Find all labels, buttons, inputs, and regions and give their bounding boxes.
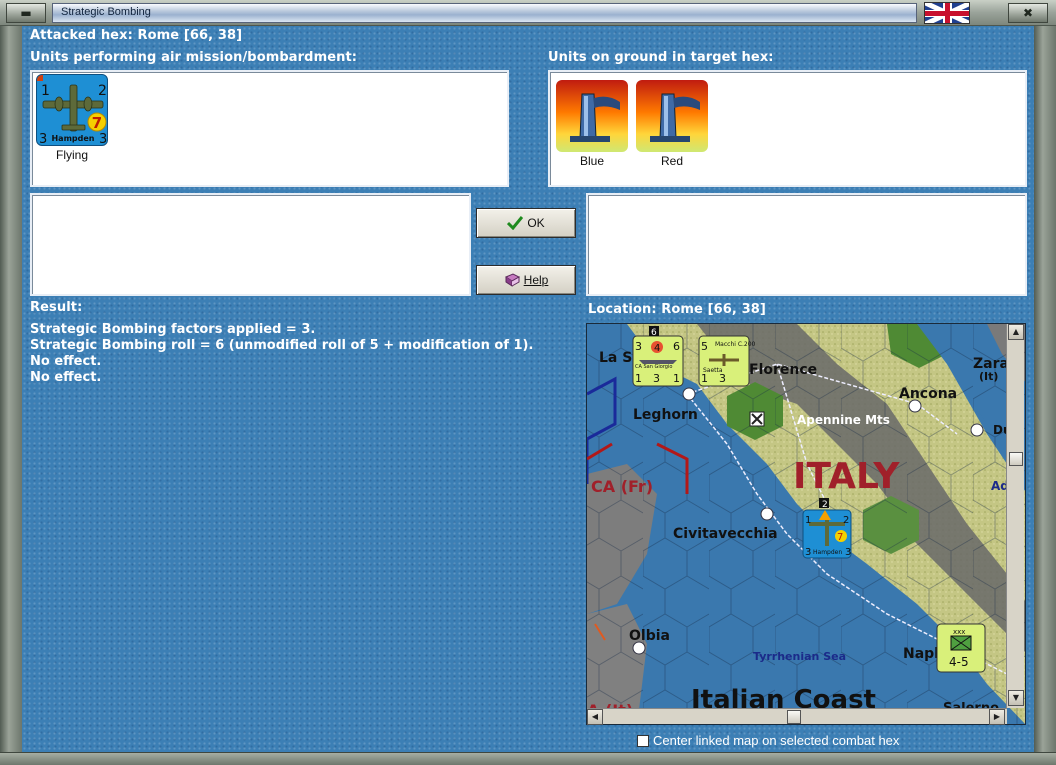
close-button[interactable]: ✖ xyxy=(1008,3,1048,23)
svg-text:CA San Giorgio: CA San Giorgio xyxy=(635,364,672,370)
unit-tr: 2 xyxy=(98,83,107,99)
bomber-plane-icon: 7 1 2 3 3 Hampden xyxy=(37,75,107,146)
unit-br: 3 xyxy=(99,132,107,146)
map-label-leghorn: Leghorn xyxy=(633,407,698,423)
svg-text:2: 2 xyxy=(822,500,828,510)
svg-text:5: 5 xyxy=(701,340,708,353)
map-label-la-spezia: La S xyxy=(599,350,632,366)
help-button[interactable]: Help xyxy=(476,265,576,295)
center-map-label: Center linked map on selected combat hex xyxy=(653,733,900,748)
scroll-right-icon[interactable]: ▶ xyxy=(989,709,1005,725)
scroll-down-icon[interactable]: ▼ xyxy=(1008,690,1024,706)
svg-text:4: 4 xyxy=(654,343,660,354)
checkmark-icon xyxy=(507,216,524,230)
svg-text:1: 1 xyxy=(635,372,642,385)
svg-text:3: 3 xyxy=(845,547,851,558)
location-label: Location: Rome [66, 38] xyxy=(588,302,766,317)
svg-text:3: 3 xyxy=(719,372,726,385)
ground-unit-card[interactable]: Blue xyxy=(556,80,628,168)
map-label-italy: ITALY xyxy=(793,456,900,497)
horizontal-scroll-thumb[interactable] xyxy=(787,710,801,724)
ok-label: OK xyxy=(527,216,545,230)
svg-text:7: 7 xyxy=(837,532,843,543)
air-units-panel: 7 1 2 3 3 Hampden Flying xyxy=(30,70,509,187)
ground-unit-caption: Red xyxy=(660,154,683,168)
close-icon: ✖ xyxy=(1022,6,1034,20)
scroll-left-icon[interactable]: ◀ xyxy=(587,709,603,725)
svg-text:1: 1 xyxy=(805,515,811,526)
attacked-hex-label: Attacked hex: Rome [66, 38] xyxy=(30,28,243,43)
center-map-option[interactable]: Center linked map on selected combat hex xyxy=(637,733,899,748)
linked-map[interactable]: La S Florence Zara (It) Ancona Leghorn A… xyxy=(586,323,1026,725)
center-map-checkbox[interactable] xyxy=(637,734,649,747)
map-canvas: La S Florence Zara (It) Ancona Leghorn A… xyxy=(587,324,1025,724)
svg-text:3: 3 xyxy=(635,340,642,353)
defender-info-panel xyxy=(586,193,1027,296)
svg-text:3: 3 xyxy=(805,547,811,558)
map-label-civitavecchia: Civitavecchia xyxy=(673,526,778,542)
svg-text:1: 1 xyxy=(701,372,708,385)
map-label-florence: Florence xyxy=(749,362,817,378)
factory-icon xyxy=(650,93,700,142)
minimize-icon: ▬ xyxy=(20,6,32,20)
unit-bl: 3 xyxy=(39,132,47,146)
uk-flag-icon xyxy=(924,2,970,24)
attacker-info-panel xyxy=(30,193,471,296)
scroll-up-icon[interactable]: ▲ xyxy=(1008,324,1024,340)
svg-text:6: 6 xyxy=(651,328,657,338)
ground-units-label: Units on ground in target hex: xyxy=(548,50,774,65)
factory-icon xyxy=(570,93,620,142)
result-line: Strategic Bombing roll = 6 (unmodified r… xyxy=(30,338,534,353)
result-label: Result: xyxy=(30,300,83,315)
map-label-napl: Napl xyxy=(903,646,939,662)
map-horizontal-scrollbar[interactable]: ◀ ▶ xyxy=(587,708,1007,725)
minimize-button[interactable]: ▬ xyxy=(6,3,46,23)
title-bar: ▬ Strategic Bombing ✖ xyxy=(0,0,1056,26)
svg-text:1: 1 xyxy=(673,372,680,385)
hampden-counter[interactable]: 7 1 2 3 3 Hampden xyxy=(36,74,108,146)
title-area: Strategic Bombing xyxy=(52,3,917,23)
unit-tl: 1 xyxy=(41,83,50,99)
map-label-corsica: CA (Fr) xyxy=(591,477,653,496)
result-line: No effect. xyxy=(30,354,102,369)
air-unit-card[interactable]: 7 1 2 3 3 Hampden Flying xyxy=(36,74,108,162)
svg-text:xxx: xxx xyxy=(953,628,965,636)
ok-button[interactable]: OK xyxy=(476,208,576,238)
unit-name: Hampden xyxy=(51,134,94,143)
map-label-ancona: Ancona xyxy=(899,386,957,402)
help-book-icon xyxy=(504,273,520,287)
svg-text:Macchi C.200: Macchi C.200 xyxy=(715,341,756,348)
bottom-bar xyxy=(0,752,1056,765)
window-title: Strategic Bombing xyxy=(61,6,151,18)
svg-text:Hampden: Hampden xyxy=(813,549,842,556)
map-vertical-scrollbar[interactable]: ▲ ▼ xyxy=(1006,324,1024,708)
map-corps-counter[interactable]: xxx 4-5 xyxy=(936,623,986,673)
left-rail xyxy=(0,26,22,752)
svg-text:2: 2 xyxy=(843,515,849,526)
map-label-zara-it: (It) xyxy=(979,370,998,383)
right-rail xyxy=(1034,26,1056,752)
svg-text:3: 3 xyxy=(653,372,660,385)
air-units-label: Units performing air mission/bombardment… xyxy=(30,50,358,65)
map-label-tyrrhenian: Tyrrhenian Sea xyxy=(753,650,846,663)
help-label: Help xyxy=(523,273,549,287)
svg-text:4-5: 4-5 xyxy=(949,655,969,669)
factory-counter-blue[interactable] xyxy=(556,80,628,152)
factory-counter-red[interactable] xyxy=(636,80,708,152)
vertical-scroll-thumb[interactable] xyxy=(1009,452,1023,466)
ground-unit-caption: Blue xyxy=(579,154,605,168)
map-label-apennine: Apennine Mts xyxy=(797,413,890,427)
air-unit-caption: Flying xyxy=(55,148,88,162)
result-line: No effect. xyxy=(30,370,102,385)
svg-text:6: 6 xyxy=(673,340,680,353)
result-line: Strategic Bombing factors applied = 3. xyxy=(30,322,316,337)
ground-unit-card[interactable]: Red xyxy=(636,80,708,168)
ground-units-panel: Blue Red xyxy=(548,70,1027,187)
map-label-olbia: Olbia xyxy=(629,628,670,644)
map-air-counter[interactable]: 5 Macchi C.200 Saetta 1 3 xyxy=(698,335,756,387)
unit-badge: 7 xyxy=(92,114,102,132)
